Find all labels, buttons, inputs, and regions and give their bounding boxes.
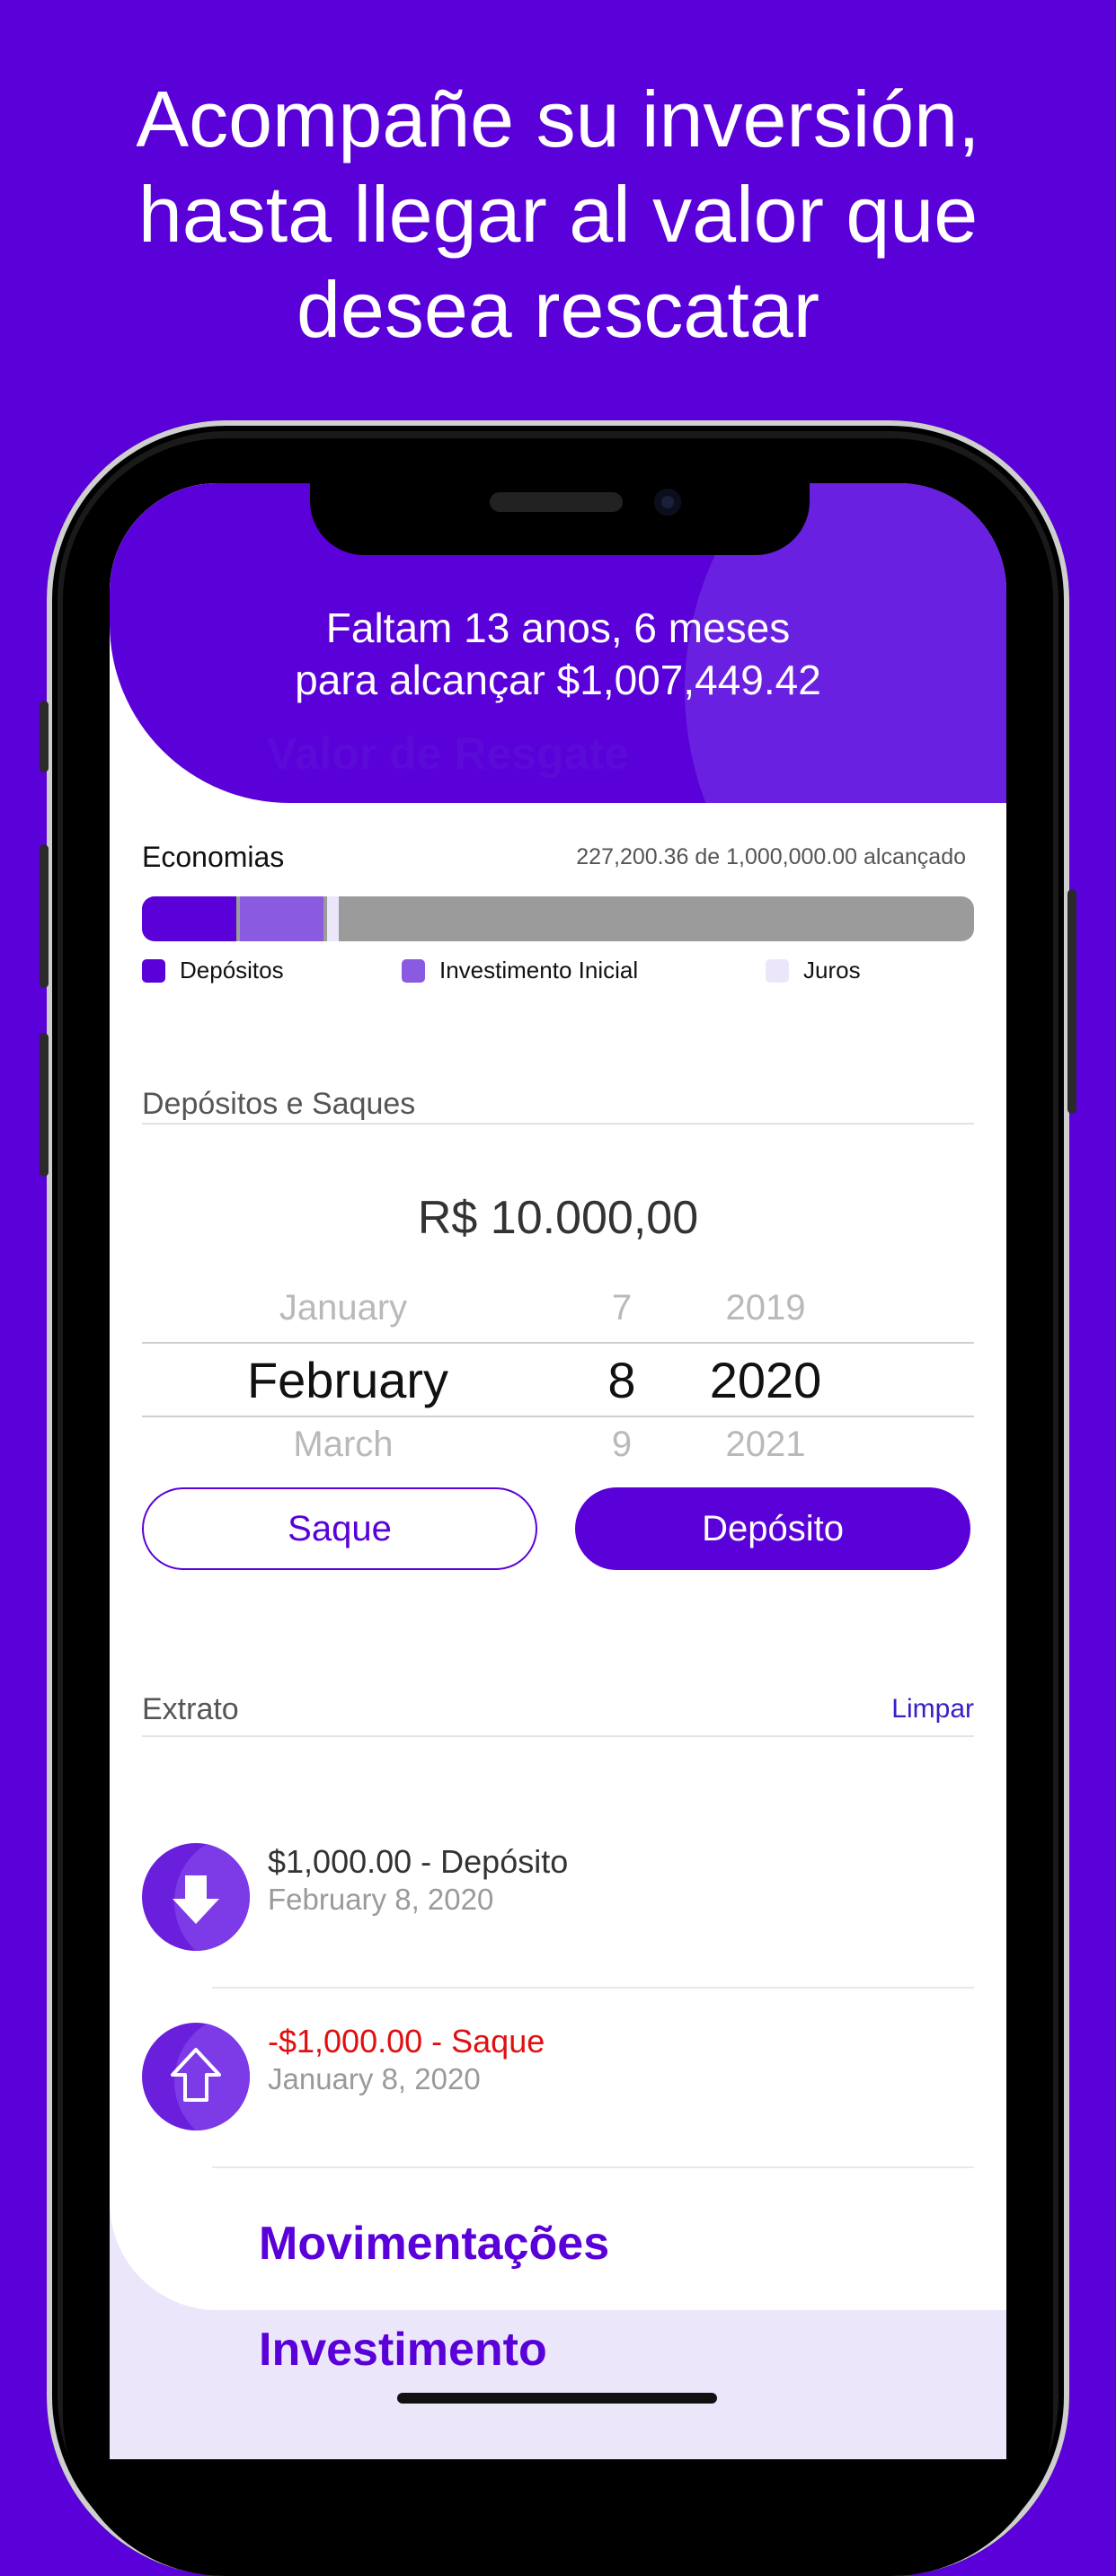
legend-interest-label: Juros bbox=[803, 957, 861, 984]
picker-year-next[interactable]: 2021 bbox=[676, 1425, 855, 1459]
savings-progress-bar bbox=[142, 896, 974, 941]
tab-movements[interactable]: Movimentações bbox=[259, 2217, 609, 2271]
statement-title: Extrato bbox=[142, 1692, 239, 1726]
savings-progress-text: 227,200.36 de 1,000,000.00 alcançado bbox=[576, 844, 966, 869]
phone-screen: Valor de Resgate Faltam 13 anos, 6 meses… bbox=[110, 483, 1006, 2459]
statement-item-title: $1,000.00 - Depósito bbox=[268, 1843, 569, 1880]
legend-deposits-label: Depósitos bbox=[180, 957, 284, 984]
picker-day-selected[interactable]: 8 bbox=[586, 1351, 658, 1409]
main-card: Valor de Resgate Faltam 13 anos, 6 meses… bbox=[110, 483, 1006, 2310]
legend-initial-label: Investimento Inicial bbox=[439, 957, 639, 984]
arrow-up-outline-icon bbox=[142, 2023, 250, 2130]
picker-row-next[interactable]: March 9 2021 bbox=[110, 1425, 1006, 1459]
headline-line-1: Acompañe su inversión, bbox=[136, 75, 980, 163]
amount-input[interactable]: R$ 10.000,00 bbox=[110, 1191, 1006, 1245]
picker-day-prev[interactable]: 7 bbox=[586, 1288, 658, 1328]
statement-item-separator bbox=[212, 2166, 974, 2168]
volume-up-button bbox=[40, 844, 49, 988]
speaker-grille bbox=[490, 492, 623, 512]
headline-line-2: hasta llegar al valor que bbox=[137, 170, 979, 259]
deposits-section-title: Depósitos e Saques bbox=[142, 1087, 416, 1121]
statement-divider bbox=[142, 1735, 974, 1737]
legend-interest-swatch bbox=[766, 958, 789, 983]
section-divider bbox=[142, 1123, 974, 1125]
goal-summary: Faltam 13 anos, 6 meses para alcançar $1… bbox=[110, 602, 1006, 706]
picker-month-next[interactable]: March bbox=[253, 1425, 433, 1459]
picker-month-selected[interactable]: February bbox=[217, 1351, 478, 1409]
picker-selection-top-line bbox=[142, 1342, 974, 1344]
legend-initial: Investimento Inicial bbox=[402, 957, 638, 984]
headline: Acompañe su inversión, hasta llegar al v… bbox=[0, 72, 1116, 357]
savings-bar-segment bbox=[327, 896, 339, 941]
savings-bar-segment bbox=[142, 896, 236, 941]
goal-remaining-time: Faltam 13 anos, 6 meses bbox=[325, 604, 791, 651]
picker-month-prev[interactable]: January bbox=[253, 1288, 433, 1328]
statement-item-separator bbox=[212, 1987, 974, 1989]
legend-interest: Juros bbox=[766, 957, 861, 984]
savings-title: Economias bbox=[142, 841, 285, 873]
legend-deposits-swatch bbox=[142, 958, 165, 983]
volume-down-button bbox=[40, 1033, 49, 1177]
home-indicator[interactable] bbox=[397, 2393, 717, 2404]
deposit-button[interactable]: Depósito bbox=[575, 1487, 970, 1570]
picker-day-next[interactable]: 9 bbox=[586, 1425, 658, 1459]
power-button bbox=[1067, 889, 1076, 1114]
header-ghost-label: Valor de Resgate bbox=[267, 728, 629, 779]
withdraw-button[interactable]: Saque bbox=[142, 1487, 537, 1570]
clear-statement-link[interactable]: Limpar bbox=[891, 1694, 974, 1725]
tab-investment[interactable]: Investimento bbox=[259, 2323, 547, 2377]
picker-year-selected[interactable]: 2020 bbox=[676, 1351, 855, 1409]
goal-target-value: para alcançar $1,007,449.42 bbox=[295, 657, 821, 703]
savings-bar-segment bbox=[240, 896, 323, 941]
legend-deposits: Depósitos bbox=[142, 957, 284, 984]
statement-item-date: February 8, 2020 bbox=[268, 1883, 494, 1916]
headline-line-3: desea rescatar bbox=[296, 265, 820, 354]
legend-initial-swatch bbox=[402, 958, 425, 983]
picker-year-prev[interactable]: 2019 bbox=[676, 1288, 855, 1328]
arrow-down-icon bbox=[142, 1843, 250, 1951]
statement-item-title: -$1,000.00 - Saque bbox=[268, 2023, 545, 2060]
front-camera bbox=[654, 489, 681, 516]
statement-item-date: January 8, 2020 bbox=[268, 2062, 481, 2095]
mute-switch bbox=[40, 701, 49, 772]
picker-selection-bottom-line bbox=[142, 1416, 974, 1417]
